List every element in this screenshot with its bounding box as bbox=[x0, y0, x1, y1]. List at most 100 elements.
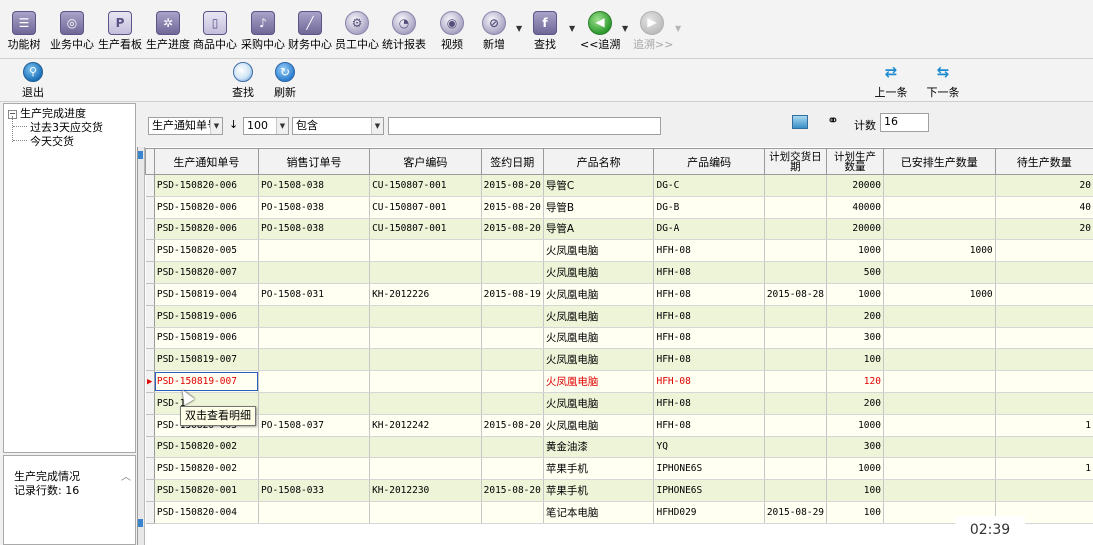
table-cell[interactable] bbox=[481, 392, 544, 415]
table-cell[interactable]: PSD-150819-004 bbox=[154, 283, 260, 306]
table-cell[interactable] bbox=[369, 239, 482, 263]
operator-select[interactable]: 包含 ▼ bbox=[292, 117, 384, 135]
table-cell[interactable] bbox=[764, 370, 828, 393]
column-header[interactable]: 签约日期 bbox=[480, 148, 544, 175]
table-cell[interactable] bbox=[258, 392, 371, 415]
table-cell[interactable] bbox=[995, 348, 1093, 372]
table-row[interactable]: PSD-1 火凤凰电脑 HFH-08 200 bbox=[145, 392, 1093, 415]
table-cell[interactable] bbox=[369, 436, 482, 459]
filter-value-input[interactable] bbox=[388, 117, 661, 135]
table-cell[interactable] bbox=[995, 239, 1093, 263]
table-cell[interactable]: IPHONE6S bbox=[653, 479, 765, 502]
table-cell[interactable] bbox=[258, 261, 371, 284]
table-row[interactable]: PSD-150820-001 PO-1508-033 KH-2012230 2015-… bbox=[145, 479, 1093, 502]
table-cell[interactable]: 1000 bbox=[883, 283, 996, 306]
table-cell[interactable] bbox=[995, 283, 1093, 306]
table-cell[interactable] bbox=[481, 370, 544, 393]
table-cell[interactable]: HFH-08 bbox=[653, 261, 765, 284]
table-cell[interactable] bbox=[481, 348, 544, 372]
table-cell[interactable]: 1000 bbox=[826, 457, 884, 481]
table-cell[interactable]: 40 bbox=[995, 196, 1093, 219]
table-cell[interactable]: KH-2012242 bbox=[369, 414, 482, 437]
table-cell[interactable]: HFH-08 bbox=[653, 239, 765, 263]
binoculars-icon[interactable]: ⚭ bbox=[827, 113, 839, 129]
table-cell[interactable]: HFH-08 bbox=[653, 327, 765, 350]
table-cell[interactable]: 火凤凰电脑 bbox=[543, 239, 655, 263]
refresh-button[interactable]: ↻ 刷新 bbox=[271, 62, 299, 100]
row-indicator[interactable] bbox=[145, 196, 155, 219]
table-cell[interactable]: YQ bbox=[653, 436, 765, 459]
table-cell[interactable] bbox=[883, 348, 996, 372]
table-cell[interactable]: 2015-08-29 bbox=[764, 501, 828, 524]
table-cell[interactable]: PSD-150820-002 bbox=[154, 436, 260, 459]
column-header[interactable]: 待生产数量 bbox=[994, 148, 1093, 175]
table-cell[interactable]: 1000 bbox=[826, 239, 884, 263]
table-cell[interactable] bbox=[764, 218, 828, 241]
table-cell[interactable]: DG-B bbox=[653, 196, 765, 219]
table-cell[interactable]: HFH-08 bbox=[653, 348, 765, 372]
table-cell[interactable] bbox=[883, 305, 996, 328]
table-cell[interactable]: CU-150807-001 bbox=[369, 174, 482, 197]
table-cell[interactable]: PSD-150820-002 bbox=[154, 457, 260, 481]
table-cell[interactable]: 1000 bbox=[826, 414, 884, 437]
table-cell[interactable]: 苹果手机 bbox=[543, 479, 655, 502]
back-trace-dropdown-arrow-icon[interactable]: ▼ bbox=[622, 24, 628, 33]
search-button[interactable]: f 查找 bbox=[529, 8, 561, 56]
table-cell[interactable] bbox=[883, 261, 996, 284]
table-cell[interactable] bbox=[764, 327, 828, 350]
column-header[interactable]: 计划生产数量 bbox=[826, 148, 884, 175]
table-cell[interactable]: HFH-08 bbox=[653, 414, 765, 437]
table-cell[interactable]: 300 bbox=[826, 327, 884, 350]
table-cell[interactable]: 2015-08-19 bbox=[481, 283, 544, 306]
table-cell[interactable]: PO-1508-038 bbox=[258, 218, 371, 241]
row-indicator[interactable] bbox=[145, 261, 155, 284]
filter-field-select[interactable]: 生产通知单号 ▼ bbox=[148, 117, 223, 135]
column-header[interactable]: 产品名称 bbox=[542, 148, 655, 175]
table-cell[interactable]: KH-2012230 bbox=[369, 479, 482, 502]
scroll-up-icon[interactable]: ︿ bbox=[121, 468, 131, 483]
table-cell[interactable] bbox=[481, 501, 544, 524]
table-cell[interactable]: IPHONE6S bbox=[653, 457, 765, 481]
table-cell[interactable]: 火凤凰电脑 bbox=[543, 327, 655, 350]
table-cell[interactable]: DG-A bbox=[653, 218, 765, 241]
table-cell[interactable]: 火凤凰电脑 bbox=[543, 392, 655, 415]
table-cell[interactable]: 导管A bbox=[543, 218, 655, 241]
table-cell[interactable] bbox=[764, 174, 828, 197]
table-cell[interactable]: PSD-150820-007 bbox=[154, 261, 260, 284]
table-cell[interactable]: 100 bbox=[826, 479, 884, 502]
statistics-report-button[interactable]: ◔ 统计报表 bbox=[381, 8, 427, 56]
table-cell[interactable] bbox=[764, 261, 828, 284]
table-cell[interactable] bbox=[764, 457, 828, 481]
finance-center-button[interactable]: ╱ 财务中心 bbox=[286, 8, 334, 56]
table-row[interactable]: PSD-150819-007 火凤凰电脑 HFH-08 100 bbox=[145, 348, 1093, 372]
table-cell[interactable] bbox=[258, 239, 371, 263]
row-indicator[interactable] bbox=[145, 392, 155, 415]
table-cell[interactable]: PSD-150820-001 bbox=[154, 479, 260, 502]
table-cell[interactable] bbox=[369, 327, 482, 350]
row-indicator[interactable] bbox=[145, 174, 155, 197]
picture-search-icon[interactable] bbox=[792, 115, 808, 129]
search-dropdown-arrow-icon[interactable]: ▼ bbox=[569, 24, 575, 33]
table-cell[interactable] bbox=[883, 196, 996, 219]
table-row[interactable]: PSD-150819-006 火凤凰电脑 HFH-08 300 bbox=[145, 327, 1093, 350]
column-header[interactable]: 销售订单号 bbox=[257, 148, 371, 175]
table-cell[interactable]: 笔记本电脑 bbox=[543, 501, 655, 524]
staff-center-button[interactable]: ⚙ 员工中心 bbox=[333, 8, 381, 56]
business-center-button[interactable]: ◎ 业务中心 bbox=[48, 8, 96, 56]
sort-direction-toggle[interactable]: ↓ bbox=[229, 118, 238, 131]
table-cell[interactable] bbox=[481, 239, 544, 263]
table-cell[interactable]: 300 bbox=[826, 436, 884, 459]
table-cell[interactable] bbox=[369, 392, 482, 415]
table-cell[interactable]: 2015-08-20 bbox=[481, 414, 544, 437]
table-cell[interactable]: 火凤凰电脑 bbox=[543, 348, 655, 372]
table-cell[interactable]: PO-1508-038 bbox=[258, 174, 371, 197]
table-cell[interactable]: HFHD029 bbox=[653, 501, 765, 524]
table-cell[interactable] bbox=[481, 305, 544, 328]
table-cell[interactable]: PSD-150819-006 bbox=[154, 305, 260, 328]
table-cell[interactable] bbox=[764, 392, 828, 415]
row-indicator[interactable] bbox=[145, 218, 155, 241]
table-row[interactable]: PSD-150819-006 火凤凰电脑 HFH-08 200 bbox=[145, 305, 1093, 328]
table-cell[interactable] bbox=[764, 479, 828, 502]
table-cell[interactable] bbox=[258, 370, 371, 393]
table-cell[interactable]: 黄金油漆 bbox=[543, 436, 655, 459]
